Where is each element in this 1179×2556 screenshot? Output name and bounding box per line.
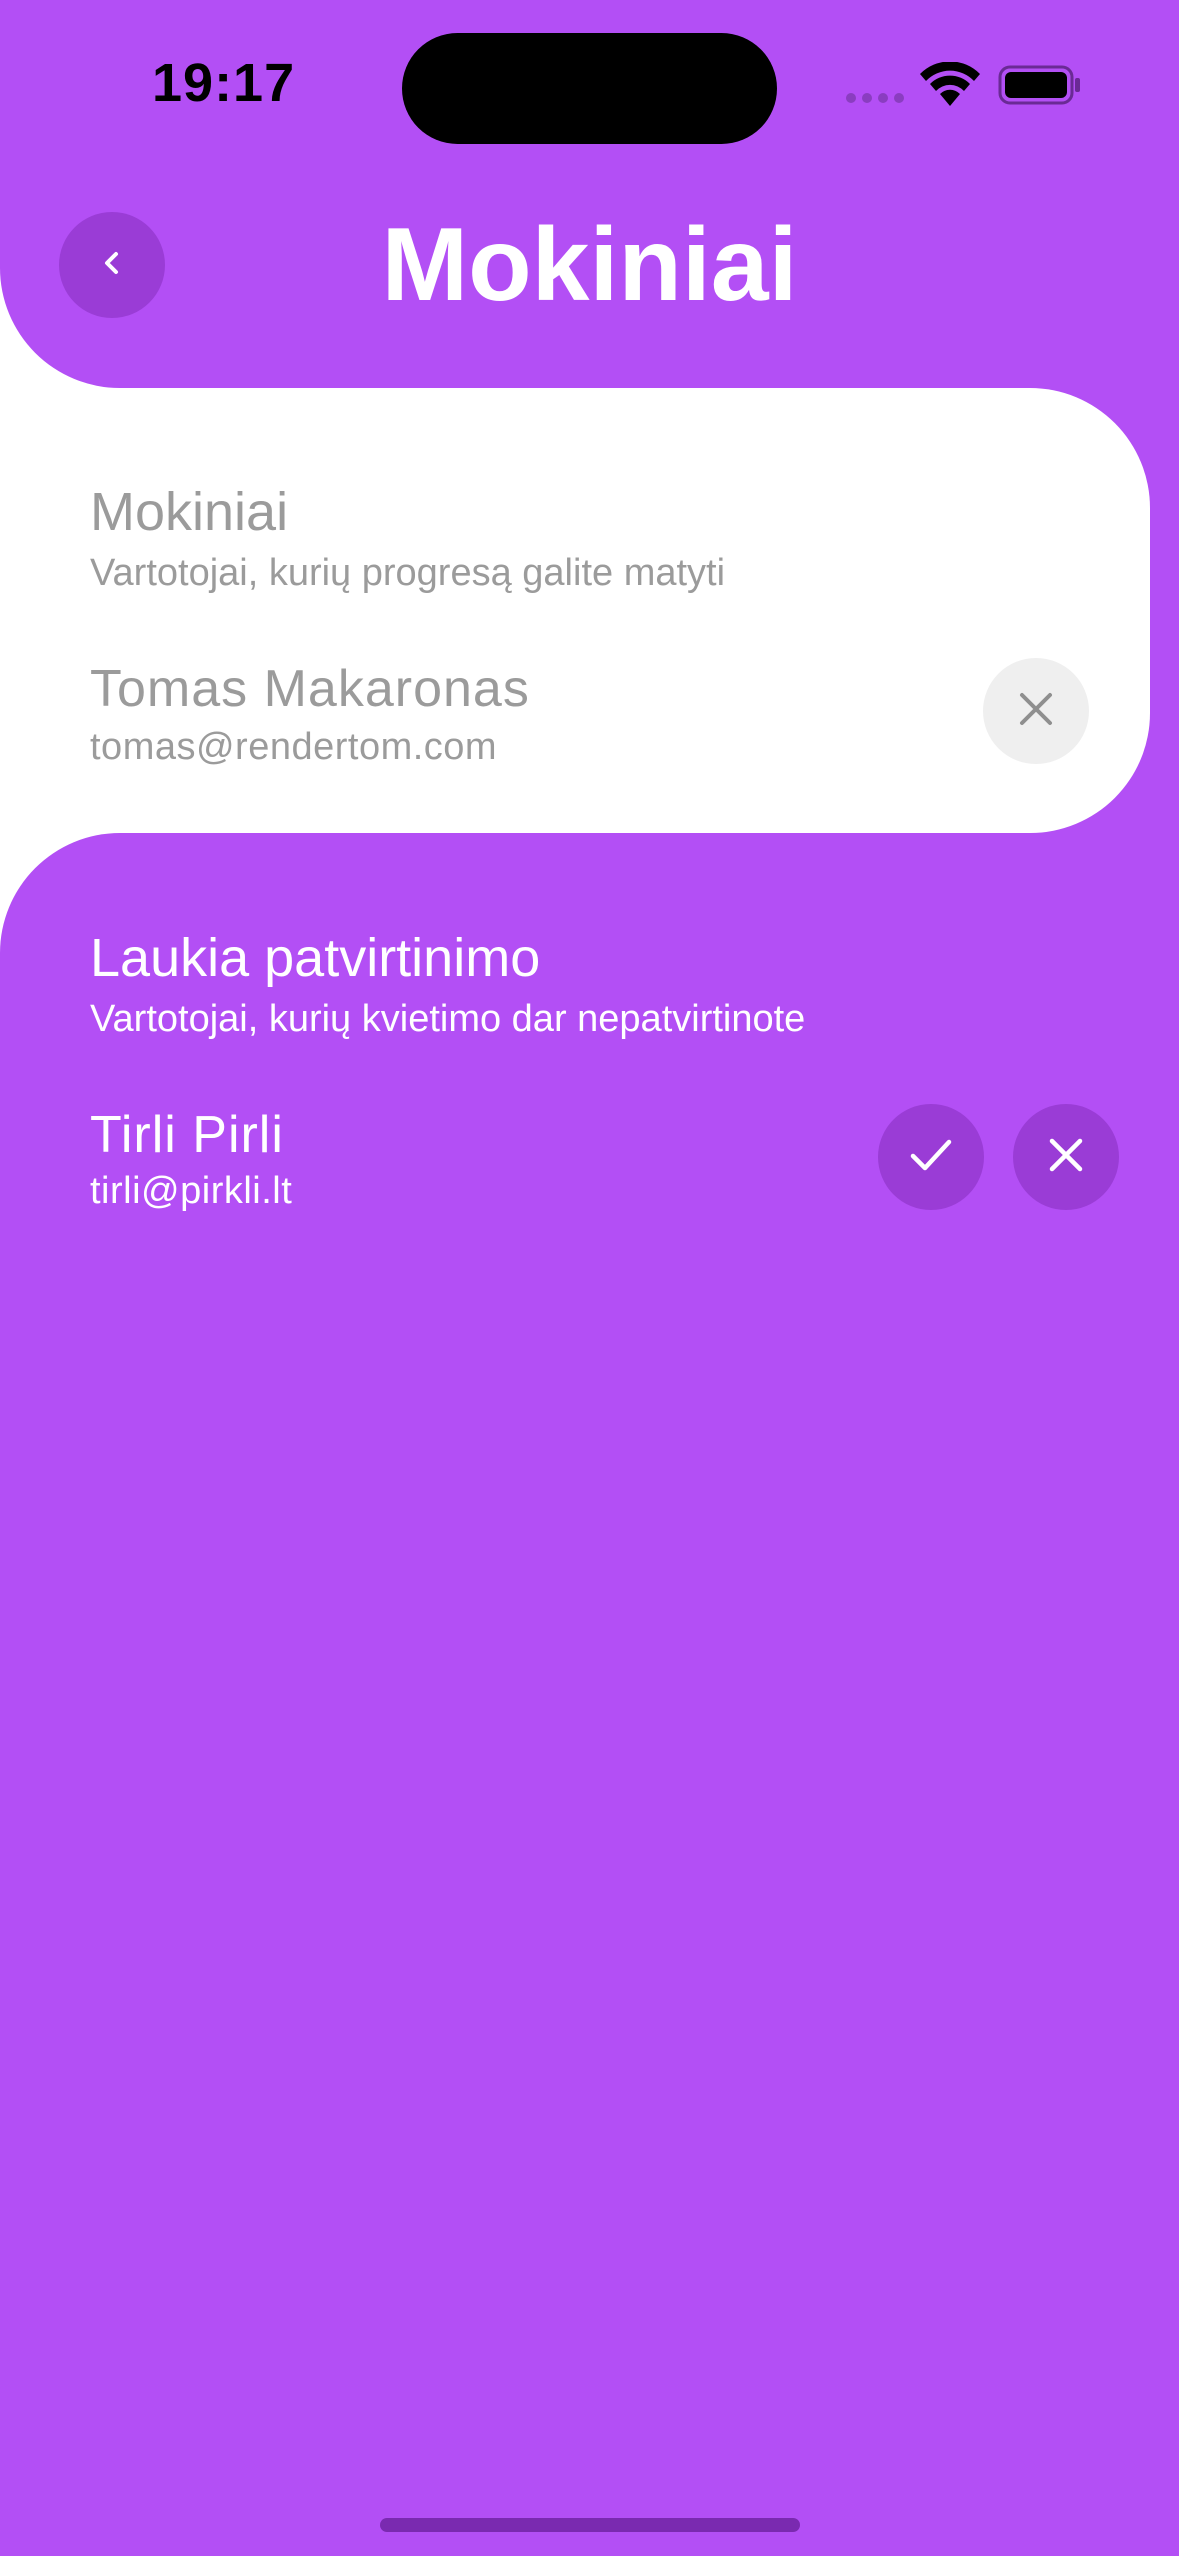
student-email: tomas@rendertom.com [90,726,498,768]
dynamic-island [402,33,777,144]
remove-student-button[interactable] [983,658,1089,764]
accept-invite-button[interactable] [878,1104,984,1210]
students-section-subtitle: Vartotojai, kurių progresą galite matyti [90,552,726,594]
pending-section-subtitle: Vartotojai, kurių kvietimo dar nepatvirt… [90,998,806,1040]
pending-section-title: Laukia patvirtinimo [90,928,541,988]
pending-user-email: tirli@pirkli.lt [90,1170,293,1212]
wifi-icon [920,61,980,108]
pending-panel [0,833,1179,2556]
status-time: 19:17 [152,53,296,113]
student-name: Tomas Makaronas [90,660,530,718]
page-title: Mokiniai [381,207,798,323]
checkmark-icon [909,1137,953,1178]
decline-invite-button[interactable] [1013,1104,1119,1210]
close-icon [1048,1137,1084,1178]
home-indicator [380,2518,800,2532]
students-section-title: Mokiniai [90,482,289,542]
cellular-signal-icon [846,93,904,105]
pending-user-name: Tirli Pirli [90,1106,284,1164]
battery-icon [998,64,1082,106]
close-icon [1018,691,1054,732]
